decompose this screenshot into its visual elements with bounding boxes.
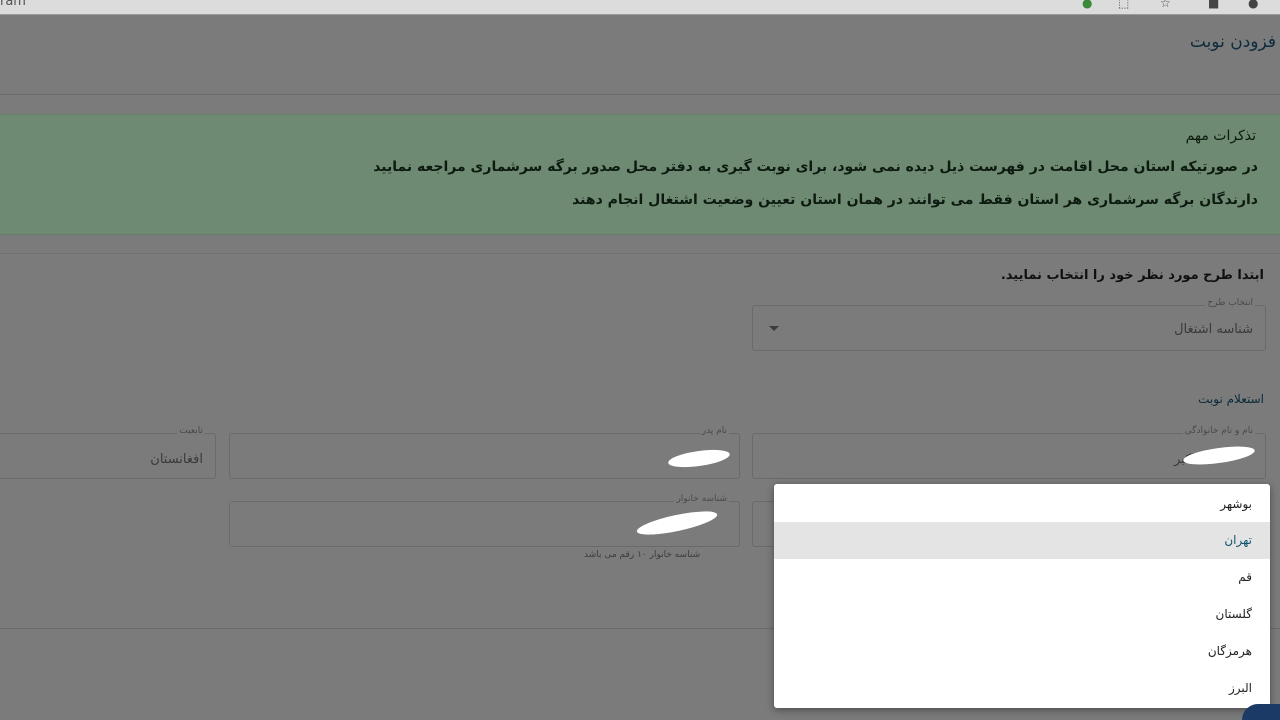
household-id-label: شناسه خانوار [674,494,729,504]
divider [0,253,1280,254]
extension-icon[interactable]: ■ [1208,0,1219,10]
province-option[interactable]: قم [774,559,1270,596]
province-option[interactable]: تهران [774,522,1270,559]
father-name-label: نام پدر [699,426,729,436]
star-icon[interactable]: ☆ [1160,0,1171,10]
full-name-label: نام و نام خانوادگی [1182,426,1255,436]
alert-line-2: دارندگان برگه سرشماری هر استان فقط می تو… [572,192,1258,208]
plan-select[interactable]: انتخاب طرح شناسه اشتغال [752,298,1266,351]
province-dropdown-menu[interactable]: بوشهر تهران قم گلستان هرمزگان البرز [774,484,1270,708]
divider [0,94,1280,95]
province-option[interactable]: گلستان [774,596,1270,633]
g-badge-icon[interactable]: ● [1082,0,1092,10]
address-bar-text[interactable]: ram [0,0,26,9]
profile-icon[interactable]: ● [1248,0,1258,10]
province-option[interactable]: بوشهر [774,486,1270,523]
plan-instruction: ابتدا طرح مورد نظر خود را انتخاب نمایید. [1000,268,1264,283]
alert-title: تذکرات مهم [1185,128,1256,144]
chevron-down-icon[interactable] [769,326,779,331]
plan-select-label: انتخاب طرح [1205,298,1255,308]
share-icon[interactable]: ⬚ [1118,0,1129,10]
nationality-field[interactable]: تابعیت افغانستان [0,426,216,479]
province-option[interactable]: البرز [774,670,1270,707]
nationality-label: تابعیت [177,426,205,436]
floating-action-button[interactable] [1242,704,1280,720]
nationality-value: افغانستان [150,452,203,467]
father-name-field[interactable]: نام پدر [229,426,740,479]
browser-toolbar: ram ● ⬚ ☆ ■ ● [0,0,1280,15]
inquiry-section-title: استعلام نوبت [1198,392,1264,406]
important-notes-alert: تذکرات مهم در صورتیکه استان محل اقامت در… [0,114,1280,235]
province-option[interactable]: هرمزگان [774,633,1270,670]
household-id-hint: شناسه خانوار ۱۰ رقم می باشد [584,550,701,560]
plan-select-value: شناسه اشتغال [1174,322,1253,337]
page-title: فزودن نوبت [1189,32,1276,52]
alert-line-1: در صورتیکه استان محل اقامت در فهرست ذیل … [373,159,1258,175]
